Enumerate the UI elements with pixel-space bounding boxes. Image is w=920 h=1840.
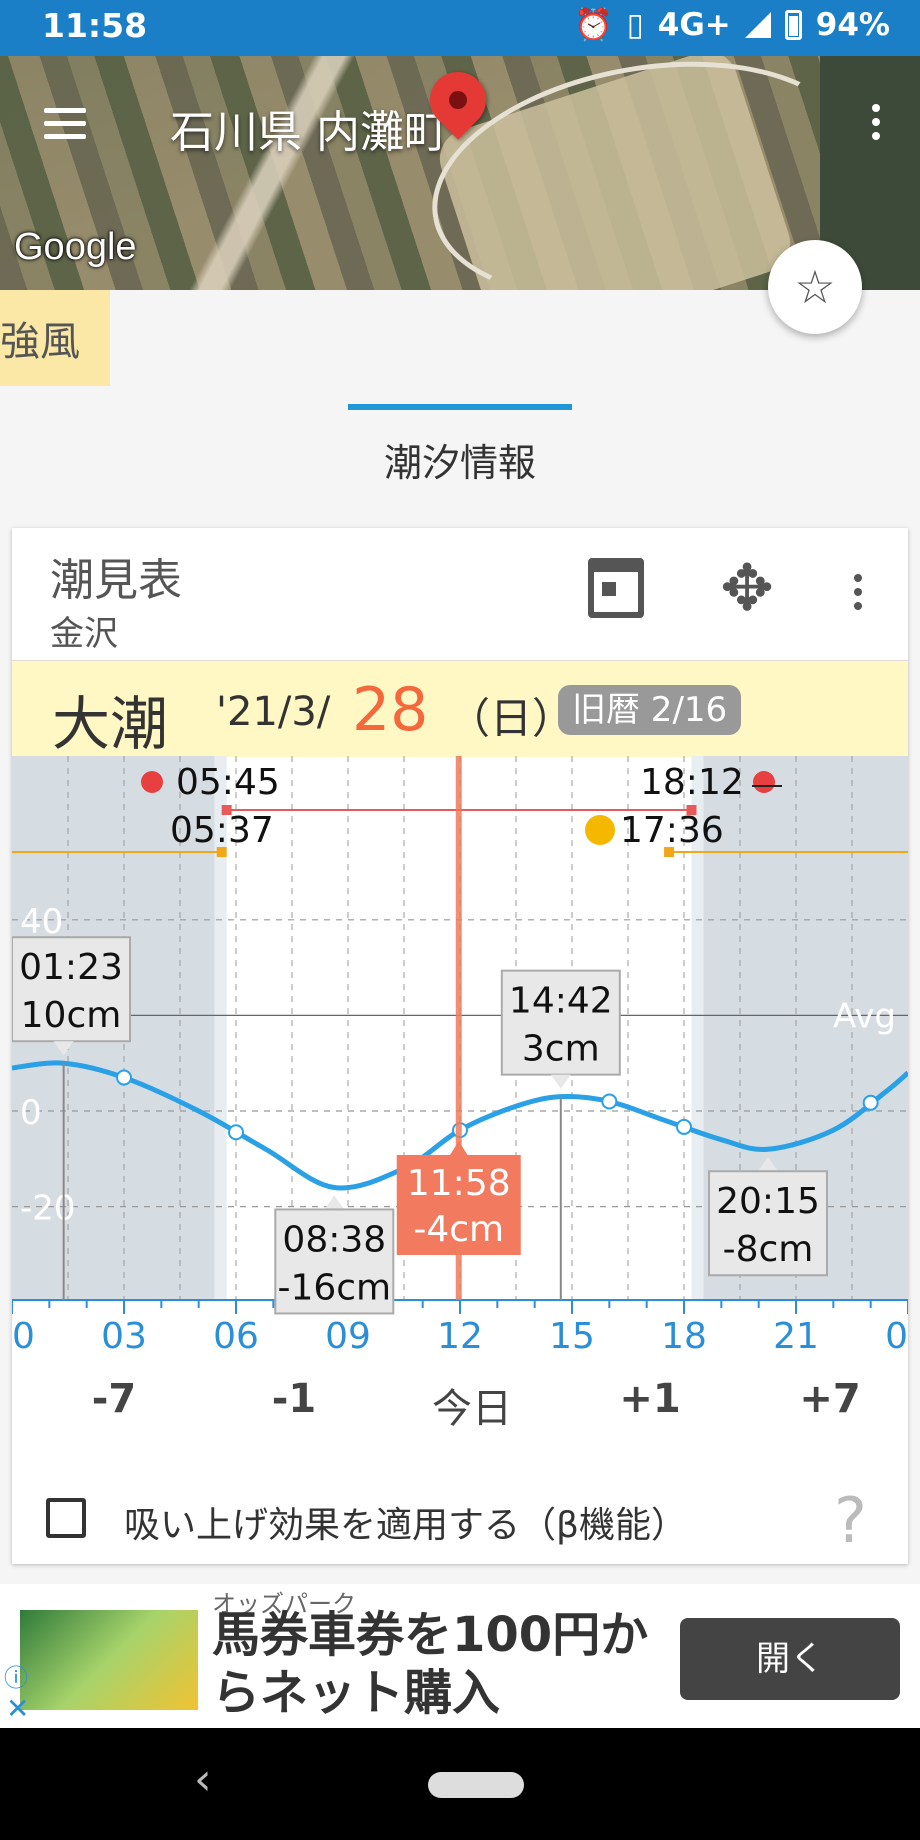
suction-effect-checkbox[interactable] <box>46 1498 86 1538</box>
nav-minus-7-button[interactable]: -7 <box>54 1376 174 1422</box>
ad-banner[interactable]: オッズパーク 馬券車券を100円からネット購入 開く ⓘ ✕ <box>0 1584 920 1728</box>
extreme-time: 14:42 <box>509 981 613 1022</box>
tab-indicator <box>348 404 572 410</box>
ad-open-button[interactable]: 開く <box>680 1618 900 1700</box>
extreme-pointer <box>550 1074 571 1089</box>
day-navigation: -7 -1 今日 +1 +7 <box>12 1376 908 1456</box>
y-tick-label: -20 <box>20 1189 76 1229</box>
move-arrows-icon[interactable]: ✥ <box>712 554 782 624</box>
suction-effect-label[interactable]: 吸い上げ効果を適用する（β機能） <box>124 1496 687 1548</box>
tide-point <box>116 1069 132 1086</box>
moonrise-time: 05:37 <box>170 810 274 851</box>
x-tick-label: 21 <box>773 1316 819 1357</box>
favorite-star-button[interactable]: ☆ <box>768 240 862 334</box>
tide-point <box>676 1118 692 1135</box>
wind-warning-badge[interactable]: 強風 <box>0 290 110 386</box>
ad-headline[interactable]: 馬券車券を100円からネット購入 <box>212 1606 652 1722</box>
x-tick-label: 18 <box>661 1316 707 1357</box>
sunset-icon <box>753 771 775 793</box>
extreme-time: 08:38 <box>282 1219 386 1260</box>
moon-icon <box>585 815 615 845</box>
x-tick-label: 12 <box>437 1316 483 1357</box>
alarm-icon: ⏰ <box>574 7 613 43</box>
tide-point <box>862 1094 879 1111</box>
suction-effect-row: 吸い上げ効果を適用する（β機能） ? <box>12 1484 908 1568</box>
more-options-icon[interactable] <box>872 104 880 146</box>
avg-label: Avg <box>833 996 896 1036</box>
nav-plus-7-button[interactable]: +7 <box>770 1376 890 1422</box>
tide-point <box>228 1124 244 1141</box>
current-pointer <box>448 1140 469 1157</box>
sunrise-icon <box>141 771 163 793</box>
card-title: 潮見表 <box>50 555 182 606</box>
ad-close-icon[interactable]: ✕ <box>6 1692 29 1725</box>
battery-icon <box>784 9 802 40</box>
status-bar: 11:58 ⏰ ▯ 4G+ 94% <box>0 0 920 56</box>
current-time: 11:58 <box>407 1163 511 1204</box>
tide-card: 潮見表 金沢 ✥ 大潮 '21/3/ 28 （日） 旧暦 2/16 Avg 40 0… <box>12 528 908 1564</box>
home-pill[interactable] <box>428 1772 524 1798</box>
vibrate-icon: ▯ <box>626 6 644 43</box>
back-icon[interactable]: ‹ <box>194 1754 212 1805</box>
y-tick-label: 40 <box>20 902 63 942</box>
nav-plus-1-button[interactable]: +1 <box>590 1376 710 1422</box>
tide-point <box>601 1093 618 1110</box>
extreme-time: 01:23 <box>19 947 123 988</box>
sunrise-time: 05:45 <box>176 762 280 803</box>
extreme-level: -16cm <box>277 1267 391 1308</box>
network-label: 4G+ <box>657 6 731 43</box>
date-day: 28 <box>352 675 429 745</box>
battery-percent: 94% <box>815 6 890 43</box>
google-logo: Google <box>14 226 137 268</box>
y-tick-label: 0 <box>20 1093 42 1133</box>
extreme-level: -8cm <box>723 1229 814 1270</box>
extreme-time: 20:15 <box>716 1181 820 1222</box>
signal-icon <box>744 11 771 38</box>
x-tick-label: 0 <box>12 1316 35 1357</box>
extreme-level: 10cm <box>21 995 122 1036</box>
system-nav-bar: ‹ <box>0 1728 920 1840</box>
x-tick-label: 09 <box>325 1316 371 1357</box>
date-prefix: '21/3/ <box>216 689 331 735</box>
nav-today-button[interactable]: 今日 <box>412 1376 532 1434</box>
x-tick-label: 03 <box>101 1316 147 1357</box>
nav-minus-1-button[interactable]: -1 <box>234 1376 354 1422</box>
ad-image[interactable] <box>20 1610 198 1710</box>
tide-type: 大潮 <box>52 690 169 758</box>
location-title[interactable]: 石川県 内灘町 <box>170 96 448 160</box>
tab-tide-info[interactable]: 潮汐情報 <box>0 432 920 487</box>
chart-bottom-mask <box>12 1358 908 1360</box>
card-more-icon[interactable] <box>854 574 862 616</box>
moonset-time: 17:36 <box>620 810 724 851</box>
date-band: 大潮 '21/3/ 28 （日） 旧暦 2/16 <box>12 660 908 758</box>
x-tick-label: 06 <box>213 1316 259 1357</box>
ad-info-icon[interactable]: ⓘ <box>4 1658 28 1693</box>
status-time: 11:58 <box>42 6 148 45</box>
date-weekday: （日） <box>448 694 575 743</box>
help-icon[interactable]: ? <box>834 1484 867 1557</box>
lunar-date-badge: 旧暦 2/16 <box>558 685 742 735</box>
sunset-time: 18:12 <box>640 762 744 803</box>
x-tick-label: 0 <box>885 1316 908 1357</box>
x-tick-label: 15 <box>549 1316 595 1357</box>
card-location: 金沢 <box>50 614 118 654</box>
calendar-icon[interactable] <box>588 558 644 618</box>
current-level: -4cm <box>413 1209 504 1250</box>
status-icons: ⏰ ▯ 4G+ 94% <box>574 6 890 44</box>
tide-chart[interactable]: Avg 40 0 -20 05:45 18:12 05:37 17:36 0 03 06 09 12 15… <box>12 756 908 1360</box>
menu-icon[interactable] <box>44 108 86 140</box>
extreme-pointer <box>324 1195 345 1210</box>
extreme-level: 3cm <box>522 1029 600 1070</box>
